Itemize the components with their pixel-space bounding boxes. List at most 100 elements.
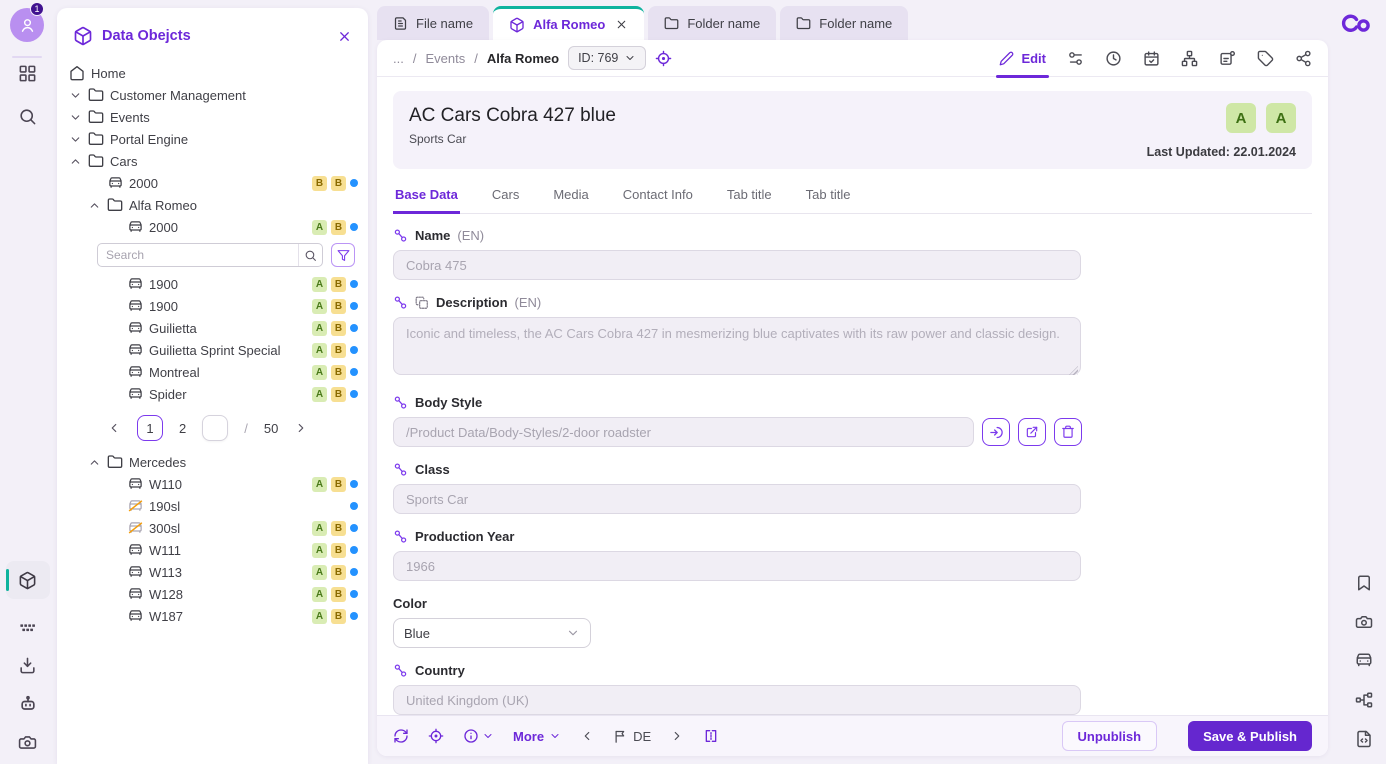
prev-language-icon[interactable] xyxy=(580,729,594,743)
tab-folder-name-2[interactable]: Folder name xyxy=(780,6,908,40)
save-publish-button[interactable]: Save & Publish xyxy=(1188,721,1312,751)
tab-alfa-romeo[interactable]: Alfa Romeo xyxy=(493,6,644,40)
language-badge[interactable]: A xyxy=(1226,103,1256,133)
refresh-icon[interactable] xyxy=(393,728,409,744)
locate-in-tree-icon[interactable] xyxy=(655,50,672,67)
tree-item-w128[interactable]: W128 AB xyxy=(57,583,368,605)
fragments-icon[interactable] xyxy=(18,618,37,637)
rail-item-data-objects[interactable] xyxy=(6,561,50,599)
more-menu[interactable]: More xyxy=(513,729,561,744)
tree-item-190sl[interactable]: 190sl xyxy=(57,495,368,517)
compare-layout-icon[interactable] xyxy=(703,728,719,744)
file-code-icon[interactable] xyxy=(1355,730,1373,748)
prev-page-icon[interactable] xyxy=(107,421,121,435)
breadcrumb-item-events[interactable]: Events xyxy=(425,51,465,66)
page-jump-input[interactable] xyxy=(202,415,228,441)
close-icon[interactable] xyxy=(337,29,352,44)
tag-icon[interactable] xyxy=(1257,50,1274,67)
tree-item-guilietta[interactable]: Guilietta AB xyxy=(57,317,368,339)
inheritance-icon[interactable] xyxy=(393,663,408,678)
delete-button[interactable] xyxy=(1054,418,1082,446)
production-year-input[interactable] xyxy=(393,551,1081,581)
search-icon[interactable] xyxy=(298,243,322,267)
tree-item-portal-engine[interactable]: Portal Engine xyxy=(57,128,368,150)
chevron-up-icon[interactable] xyxy=(88,199,101,212)
tab-title-2[interactable]: Tab title xyxy=(804,181,853,213)
language-badge[interactable]: A xyxy=(1266,103,1296,133)
copy-icon[interactable] xyxy=(415,296,429,310)
tree-item-1900[interactable]: 1900 AB xyxy=(57,295,368,317)
notes-icon[interactable] xyxy=(1219,50,1236,67)
info-dropdown[interactable] xyxy=(463,728,494,744)
unpublish-button[interactable]: Unpublish xyxy=(1062,721,1158,751)
tab-folder-name-1[interactable]: Folder name xyxy=(648,6,776,40)
filter-button[interactable] xyxy=(331,243,355,267)
inheritance-icon[interactable] xyxy=(393,529,408,544)
country-input[interactable] xyxy=(393,685,1081,715)
camera-icon[interactable] xyxy=(18,733,37,752)
tree-item-w187[interactable]: W187 AB xyxy=(57,605,368,627)
workflow-icon[interactable] xyxy=(1355,691,1373,709)
chevron-up-icon[interactable] xyxy=(88,456,101,469)
id-select[interactable]: ID: 769 xyxy=(568,46,646,70)
tree-item-w111[interactable]: W111 AB xyxy=(57,539,368,561)
chevron-down-icon[interactable] xyxy=(69,133,82,146)
tab-media[interactable]: Media xyxy=(551,181,590,213)
tab-contact-info[interactable]: Contact Info xyxy=(621,181,695,213)
tree-item-events[interactable]: Events xyxy=(57,106,368,128)
schedule-calendar-icon[interactable] xyxy=(1143,50,1160,67)
tab-title-1[interactable]: Tab title xyxy=(725,181,774,213)
tree-item-2000[interactable]: 2000 A B xyxy=(57,216,368,238)
tree-item-w113[interactable]: W113 AB xyxy=(57,561,368,583)
tree-item-1900[interactable]: 1900 AB xyxy=(57,273,368,295)
tree-item-home[interactable]: Home xyxy=(57,62,368,84)
tree-item-300sl[interactable]: 300sl AB xyxy=(57,517,368,539)
locate-in-tree-icon[interactable] xyxy=(428,728,444,744)
import-icon[interactable] xyxy=(18,656,37,675)
tree-item-customer-management[interactable]: Customer Management xyxy=(57,84,368,106)
chevron-up-icon[interactable] xyxy=(69,155,82,168)
tree-item-cars[interactable]: Cars xyxy=(57,150,368,172)
search-icon[interactable] xyxy=(18,107,37,126)
edit-mode-button[interactable]: Edit xyxy=(999,40,1046,77)
chevron-down-icon[interactable] xyxy=(69,89,82,102)
class-input[interactable] xyxy=(393,484,1081,514)
chevron-down-icon[interactable] xyxy=(69,111,82,124)
next-language-icon[interactable] xyxy=(670,729,684,743)
inheritance-icon[interactable] xyxy=(393,395,408,410)
next-page-icon[interactable] xyxy=(294,421,308,435)
tree-item-spider[interactable]: Spider AB xyxy=(57,383,368,405)
car-icon[interactable] xyxy=(1355,652,1373,670)
tab-base-data[interactable]: Base Data xyxy=(393,181,460,214)
inheritance-icon[interactable] xyxy=(393,462,408,477)
robot-icon[interactable] xyxy=(18,694,38,714)
tree-item-montreal[interactable]: Montreal AB xyxy=(57,361,368,383)
page-2[interactable]: 2 xyxy=(179,421,186,436)
tree-item-alfa-romeo[interactable]: Alfa Romeo xyxy=(57,194,368,216)
current-page[interactable]: 1 xyxy=(137,415,163,441)
language-switcher[interactable]: DE xyxy=(613,729,651,744)
history-clock-icon[interactable] xyxy=(1105,50,1122,67)
search-input[interactable] xyxy=(98,248,298,262)
tree-item-w110[interactable]: W110 AB xyxy=(57,473,368,495)
tree-item-mercedes[interactable]: Mercedes xyxy=(57,451,368,473)
camera-icon[interactable] xyxy=(1355,613,1373,631)
tab-file-name[interactable]: File name xyxy=(377,6,489,40)
tree-item-guilietta-sprint-special[interactable]: Guilietta Sprint Special AB xyxy=(57,339,368,361)
breadcrumb-ellipsis[interactable]: ... xyxy=(393,51,404,66)
dependencies-sitemap-icon[interactable] xyxy=(1181,50,1198,67)
tree-item-2000[interactable]: 2000 B B xyxy=(57,172,368,194)
open-object-button[interactable] xyxy=(1018,418,1046,446)
name-input[interactable] xyxy=(393,250,1081,280)
share-icon[interactable] xyxy=(1295,50,1312,67)
bookmark-icon[interactable] xyxy=(1355,574,1373,592)
description-textarea[interactable]: Iconic and timeless, the AC Cars Cobra 4… xyxy=(393,317,1081,375)
inheritance-icon[interactable] xyxy=(393,228,408,243)
close-icon[interactable] xyxy=(615,18,628,31)
tab-cars[interactable]: Cars xyxy=(490,181,521,213)
locate-object-button[interactable] xyxy=(982,418,1010,446)
color-select[interactable]: Blue xyxy=(393,618,591,648)
inheritance-icon[interactable] xyxy=(393,295,408,310)
body-style-input[interactable] xyxy=(393,417,974,447)
dashboard-grid-icon[interactable] xyxy=(18,64,37,83)
